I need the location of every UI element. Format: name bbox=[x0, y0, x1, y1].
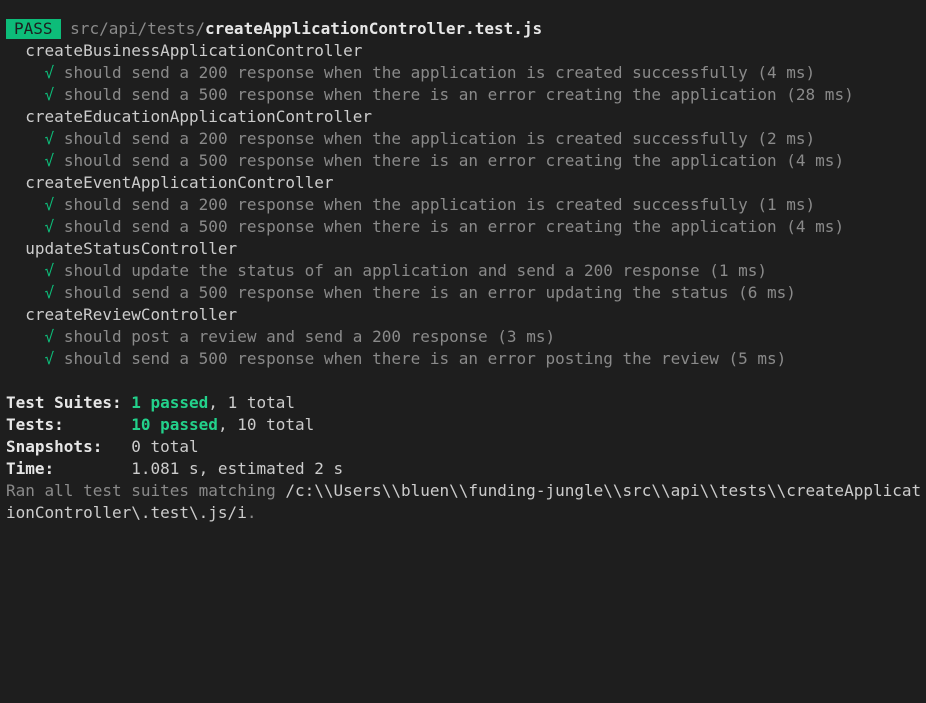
test-description: should update the status of an applicati… bbox=[63, 261, 768, 280]
passed-count: 10 passed bbox=[131, 415, 218, 434]
test-description: should send a 500 response when there is… bbox=[63, 85, 854, 104]
check-icon: √ bbox=[44, 151, 55, 170]
ran-line-continued: ionController\.test\.js/i. bbox=[6, 502, 256, 524]
check-icon: √ bbox=[44, 327, 55, 346]
check-icon: √ bbox=[44, 195, 55, 214]
summary-suites: Test Suites: 1 passed, 1 total bbox=[6, 392, 295, 414]
summary-label: Time: bbox=[6, 459, 55, 478]
ran-prefix: Ran all test suites matching bbox=[6, 481, 286, 500]
passed-count: 1 passed bbox=[131, 393, 209, 412]
snapshots-value: 0 total bbox=[131, 437, 199, 456]
check-icon: √ bbox=[44, 129, 55, 148]
summary-label: Test Suites: bbox=[6, 393, 122, 412]
pass-badge: PASS bbox=[6, 19, 61, 39]
test-description: should send a 200 response when the appl… bbox=[63, 195, 816, 214]
check-icon: √ bbox=[44, 283, 55, 302]
test-result: √ should send a 200 response when the ap… bbox=[6, 62, 816, 84]
check-icon: √ bbox=[44, 217, 55, 236]
test-description: should send a 500 response when there is… bbox=[63, 217, 845, 236]
test-result: √ should post a review and send a 200 re… bbox=[6, 326, 556, 348]
ran-line: Ran all test suites matching /c:\\Users\… bbox=[6, 480, 921, 502]
check-icon: √ bbox=[44, 63, 55, 82]
check-icon: √ bbox=[44, 349, 55, 368]
ran-suffix: . bbox=[246, 503, 257, 522]
test-result: √ should send a 500 response when there … bbox=[6, 216, 845, 238]
test-result: √ should send a 500 response when there … bbox=[6, 282, 796, 304]
test-description: should send a 200 response when the appl… bbox=[63, 63, 816, 82]
test-result: √ should send a 200 response when the ap… bbox=[6, 128, 816, 150]
test-result: √ should send a 500 response when there … bbox=[6, 348, 787, 370]
suite-name: createReviewController bbox=[25, 305, 238, 324]
check-icon: √ bbox=[44, 85, 55, 104]
summary-label: Snapshots: bbox=[6, 437, 103, 456]
summary-label: Tests: bbox=[6, 415, 64, 434]
suite-name: createEventApplicationController bbox=[25, 173, 334, 192]
total-count: , 1 total bbox=[208, 393, 295, 412]
test-description: should send a 200 response when the appl… bbox=[63, 129, 816, 148]
test-description: should send a 500 response when there is… bbox=[63, 151, 845, 170]
summary-tests: Tests: 10 passed, 10 total bbox=[6, 414, 314, 436]
test-file-name: createApplicationController.test.js bbox=[205, 19, 543, 38]
summary-snapshots: Snapshots: 0 total bbox=[6, 436, 199, 458]
suite-name: createBusinessApplicationController bbox=[25, 41, 363, 60]
suite-name: createEducationApplicationController bbox=[25, 107, 373, 126]
total-count: , 10 total bbox=[217, 415, 315, 434]
test-result: √ should send a 500 response when there … bbox=[6, 84, 854, 106]
test-description: should send a 500 response when there is… bbox=[63, 283, 796, 302]
test-description: should send a 500 response when there is… bbox=[63, 349, 787, 368]
test-result: √ should send a 500 response when there … bbox=[6, 150, 845, 172]
check-icon: √ bbox=[44, 261, 55, 280]
ran-pattern-continued: ionController\.test\.js/i bbox=[6, 503, 247, 522]
suite-name: updateStatusController bbox=[25, 239, 238, 258]
summary-time: Time: 1.081 s, estimated 2 s bbox=[6, 458, 343, 480]
test-result: √ should update the status of an applica… bbox=[6, 260, 767, 282]
time-value: 1.081 s, estimated 2 s bbox=[131, 459, 344, 478]
terminal-output: PASS src/api/tests/createApplicationCont… bbox=[0, 0, 926, 533]
test-description: should post a review and send a 200 resp… bbox=[63, 327, 556, 346]
test-result: √ should send a 200 response when the ap… bbox=[6, 194, 816, 216]
result-header: PASS src/api/tests/createApplicationCont… bbox=[6, 18, 542, 40]
test-file-dir: src/api/tests/ bbox=[70, 19, 206, 38]
ran-pattern: /c:\\Users\\bluen\\funding-jungle\\src\\… bbox=[285, 481, 922, 500]
